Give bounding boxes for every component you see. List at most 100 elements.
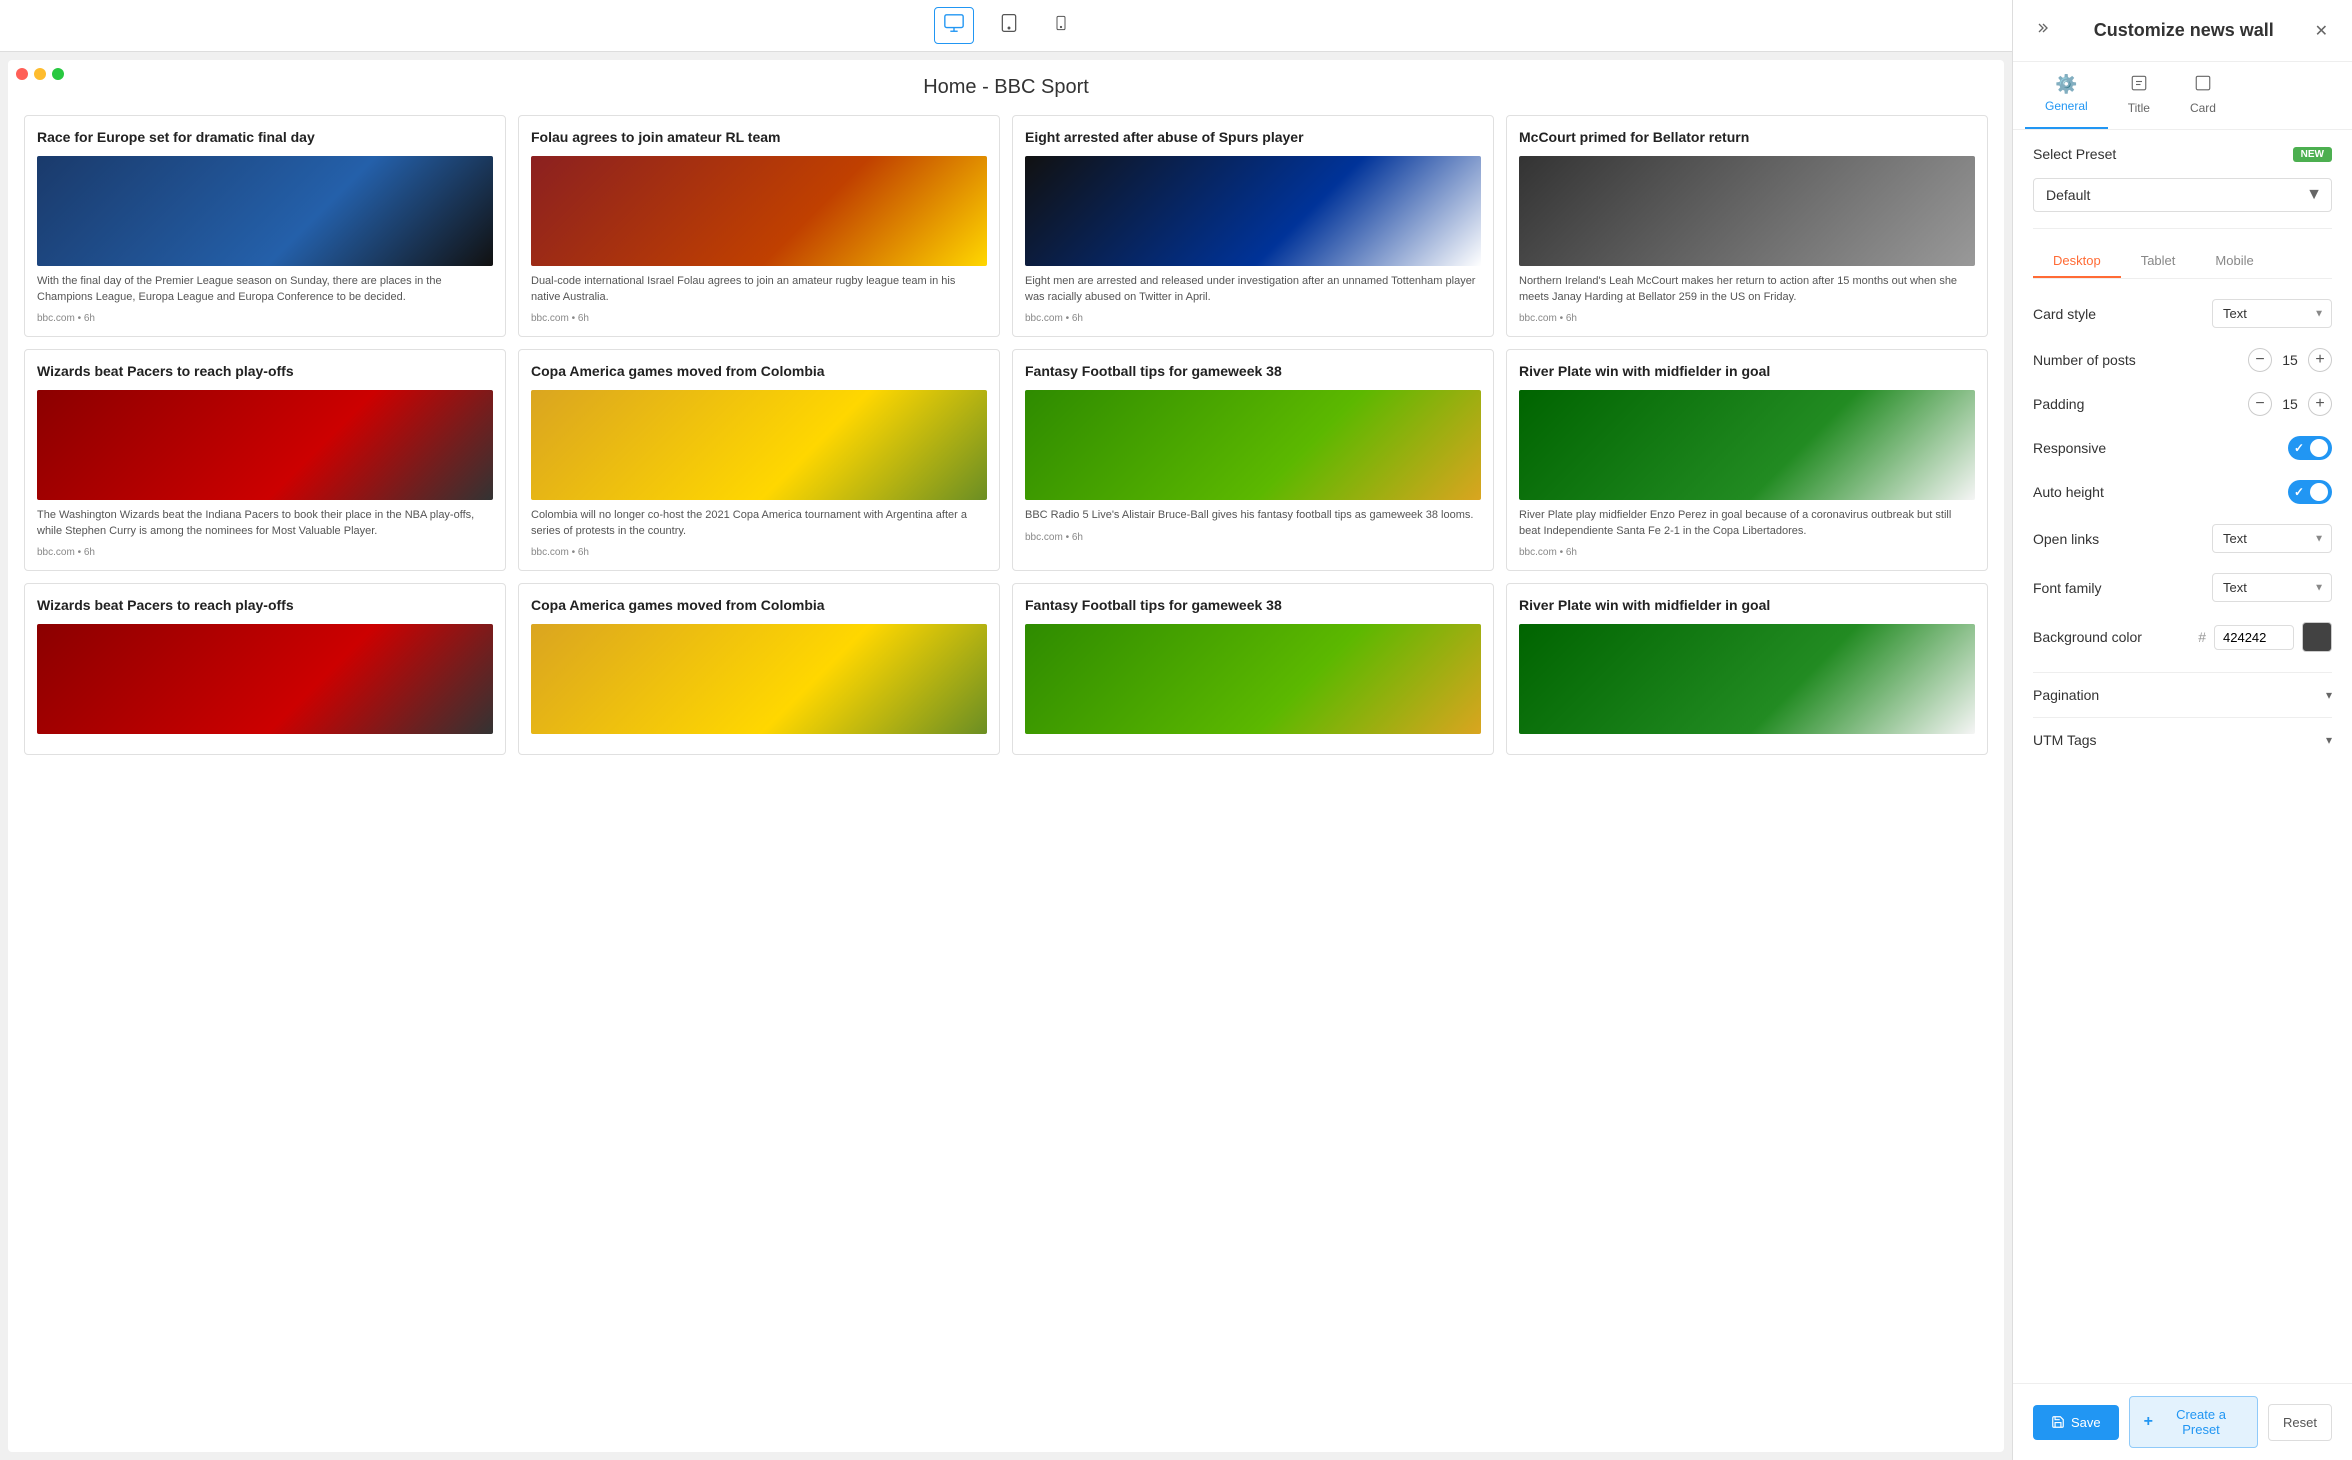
card-style-dropdown-wrap: Text Card List ▼ [2212,299,2332,328]
create-preset-label: Create a Preset [2159,1407,2243,1437]
padding-decrement[interactable]: − [2248,392,2272,416]
num-posts-increment[interactable]: + [2308,348,2332,372]
card-image-4 [37,390,493,500]
tab-general-label: General [2045,99,2088,113]
save-button[interactable]: Save [2033,1405,2119,1440]
device-tab-mobile[interactable]: Mobile [2195,245,2273,278]
dot-red [16,68,28,80]
device-tab-desktop[interactable]: Desktop [2033,245,2121,278]
close-button[interactable]: ✕ [2311,17,2332,45]
utm-tags-label: UTM Tags [2033,732,2097,748]
card-meta-2: bbc.com • 6h [1025,313,1481,324]
card-image-3 [1519,156,1975,266]
card-text-2: Eight men are arrested and released unde… [1025,274,1481,305]
select-preset-label: Select Preset [2033,146,2116,162]
padding-stepper: − 15 + [2248,392,2332,416]
bg-color-swatch[interactable] [2302,622,2332,652]
card-image-11 [1519,624,1975,734]
utm-tags-header[interactable]: UTM Tags ▾ [2033,732,2332,748]
news-card-0: Race for Europe set for dramatic final d… [24,115,506,337]
card-meta-7: bbc.com • 6h [1519,547,1975,558]
card-image-5 [531,390,987,500]
bg-color-input[interactable] [2214,625,2294,650]
card-title-10: Fantasy Football tips for gameweek 38 [1025,596,1481,614]
create-preset-plus: + [2144,1413,2153,1431]
responsive-label: Responsive [2033,440,2106,456]
font-family-dropdown-wrap: Text Default Arial ▼ [2212,573,2332,602]
padding-increment[interactable]: + [2308,392,2332,416]
news-card-1: Folau agrees to join amateur RL team Dua… [518,115,1000,337]
card-meta-1: bbc.com • 6h [531,313,987,324]
card-image-9 [531,624,987,734]
card-meta-5: bbc.com • 6h [531,547,987,558]
card-image-0 [37,156,493,266]
num-posts-stepper: − 15 + [2248,348,2332,372]
responsive-toggle[interactable]: ✓ [2288,436,2332,460]
auto-height-label: Auto height [2033,484,2104,500]
card-title-2: Eight arrested after abuse of Spurs play… [1025,128,1481,146]
responsive-row: Responsive ✓ [2033,436,2332,460]
tab-general[interactable]: ⚙️ General [2025,62,2108,129]
page-title: Home - BBC Sport [24,76,1988,99]
card-style-select[interactable]: Text Card List [2212,299,2332,328]
card-text-6: BBC Radio 5 Live's Alistair Bruce-Ball g… [1025,508,1481,523]
news-card-6: Fantasy Football tips for gameweek 38 BB… [1012,349,1494,571]
reset-label: Reset [2283,1415,2317,1430]
utm-tags-chevron: ▾ [2326,733,2332,747]
card-title-6: Fantasy Football tips for gameweek 38 [1025,362,1481,380]
device-mobile-btn[interactable] [1044,7,1078,44]
tab-card[interactable]: Card [2170,62,2236,129]
collapse-button[interactable] [2033,16,2057,45]
card-style-row: Card style Text Card List ▼ [2033,299,2332,328]
panel-header: Customize news wall ✕ [2013,0,2352,62]
news-card-7: River Plate win with midfielder in goal … [1506,349,1988,571]
utm-tags-section: UTM Tags ▾ [2033,717,2332,762]
preset-select[interactable]: Default Preset 1 Preset 2 [2033,178,2332,212]
tab-title[interactable]: Title [2108,62,2170,129]
device-desktop-btn[interactable] [934,7,974,44]
title-icon [2130,74,2148,97]
card-text-7: River Plate play midfielder Enzo Perez i… [1519,508,1975,539]
padding-label: Padding [2033,396,2084,412]
card-meta-3: bbc.com • 6h [1519,313,1975,324]
card-style-label: Card style [2033,306,2096,322]
card-meta-4: bbc.com • 6h [37,547,493,558]
main-area: Home - BBC Sport Race for Europe set for… [0,0,2012,1460]
news-card-4: Wizards beat Pacers to reach play-offs T… [24,349,506,571]
pagination-header[interactable]: Pagination ▾ [2033,687,2332,703]
save-label: Save [2071,1415,2101,1430]
right-panel: Customize news wall ✕ ⚙️ General Title C… [2012,0,2352,1460]
bg-color-row: Background color # [2033,622,2332,652]
device-tablet-btn[interactable] [990,7,1028,44]
auto-height-toggle[interactable]: ✓ [2288,480,2332,504]
tab-card-label: Card [2190,101,2216,115]
dot-green [52,68,64,80]
open-links-select[interactable]: Text New tab Same tab [2212,524,2332,553]
reset-button[interactable]: Reset [2268,1404,2332,1441]
panel-header-left [2033,16,2057,45]
card-icon [2194,74,2212,97]
card-title-3: McCourt primed for Bellator return [1519,128,1975,146]
news-card-9: Copa America games moved from Colombia [518,583,1000,755]
bg-color-controls: # [2198,622,2332,652]
open-links-row: Open links Text New tab Same tab ▼ [2033,524,2332,553]
news-card-8: Wizards beat Pacers to reach play-offs [24,583,506,755]
color-hash-symbol: # [2198,629,2206,645]
news-card-10: Fantasy Football tips for gameweek 38 [1012,583,1494,755]
num-posts-decrement[interactable]: − [2248,348,2272,372]
panel-content: Select Preset NEW Default Preset 1 Prese… [2013,130,2352,1383]
open-links-dropdown-wrap: Text New tab Same tab ▼ [2212,524,2332,553]
save-icon [2051,1415,2065,1429]
card-image-8 [37,624,493,734]
pagination-label: Pagination [2033,687,2099,703]
font-family-select[interactable]: Text Default Arial [2212,573,2332,602]
font-family-label: Font family [2033,580,2101,596]
card-meta-0: bbc.com • 6h [37,313,493,324]
card-image-6 [1025,390,1481,500]
card-title-8: Wizards beat Pacers to reach play-offs [37,596,493,614]
device-tab-tablet[interactable]: Tablet [2121,245,2196,278]
create-preset-button[interactable]: + Create a Preset [2129,1396,2258,1448]
padding-value: 15 [2280,396,2300,412]
panel-footer: Save + Create a Preset Reset [2013,1383,2352,1460]
card-title-1: Folau agrees to join amateur RL team [531,128,987,146]
